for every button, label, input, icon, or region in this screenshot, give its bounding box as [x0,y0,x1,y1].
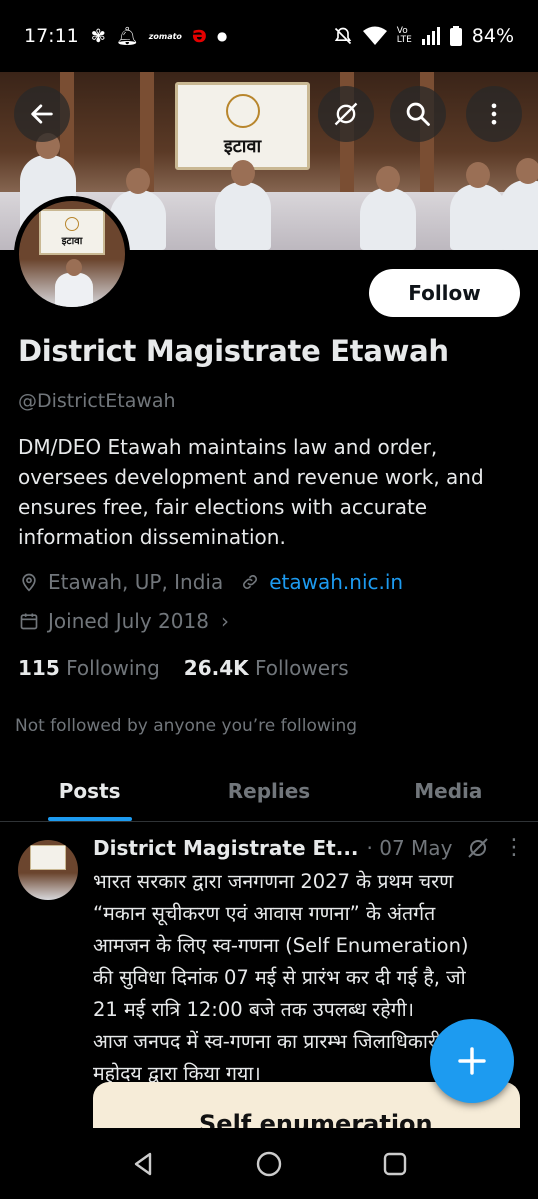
follow-counts: 115 Following 26.4K Followers [18,656,349,680]
status-bar: 17:11 ✾ 🔔︎ zomato ə ● Vo LTE 84% [0,0,538,72]
battery-percent: 84% [471,25,514,47]
profile-handle: @DistrictEtawah [18,390,176,412]
avatar-emblem-icon [65,217,79,231]
banner-board-text: इटावा [223,136,262,157]
more-vertical-icon [491,103,497,125]
followers-link[interactable]: 26.4K Followers [184,656,349,680]
app-notification-icon: ✾ [90,25,106,47]
chevron-right-icon: › [220,609,229,633]
up-emblem-icon [225,94,260,128]
not-followed-notice: Not followed by anyone you’re following [15,716,358,736]
avatar-board: इटावा [39,209,105,255]
more-notifications-dot-icon: ● [216,29,228,43]
post-avatar-board [30,845,66,870]
profile-joined-date: Joined July 2018 [48,609,209,633]
plus-icon [458,1047,486,1075]
nav-recents-icon[interactable] [380,1149,410,1179]
banner-name-board: इटावा [175,82,310,170]
more-options-button[interactable] [466,86,522,142]
link-icon [239,571,261,593]
profile-joined-row[interactable]: Joined July 2018 › [18,609,229,633]
location-pin-icon [18,571,40,593]
post-author-avatar[interactable] [18,840,78,900]
following-count: 115 [18,656,60,680]
post-more-icon[interactable]: ⋮ [503,835,525,860]
following-label: Following [66,656,160,680]
system-nav-bar [0,1128,538,1199]
grok-icon [334,102,358,126]
profile-tabs: Posts Replies Media [0,760,538,822]
nav-back-icon[interactable] [128,1149,158,1179]
grok-button[interactable] [318,86,374,142]
search-icon [406,102,430,126]
tab-posts[interactable]: Posts [0,760,179,821]
follow-button[interactable]: Follow [369,269,520,317]
post-date: · 07 May [366,835,453,860]
post-grok-icon[interactable] [466,836,490,860]
avatar-board-text: इटावा [61,236,83,247]
status-time: 17:11 [24,25,79,47]
back-arrow-icon [31,104,53,124]
profile-location: Etawah, UP, India [48,570,224,594]
following-link[interactable]: 115 Following [18,656,160,680]
profile-meta-location-row: Etawah, UP, India etawah.nic.in [18,570,403,594]
search-button[interactable] [390,86,446,142]
tab-media[interactable]: Media [359,760,538,821]
calendar-icon [18,610,40,632]
wifi-icon [362,26,387,45]
profile-bio: DM/DEO Etawah maintains law and order, o… [18,435,484,549]
back-button[interactable] [14,86,70,142]
post-author-name[interactable]: District Magistrate Et... [93,836,359,860]
followers-label: Followers [254,656,349,680]
bell-notification-icon: 🔔︎ [115,25,139,47]
zomato-icon: zomato [148,31,182,41]
followers-count: 26.4K [183,656,249,680]
system-status-icons: Vo LTE 84% [333,25,514,47]
profile-website-link[interactable]: etawah.nic.in [269,570,403,594]
battery-icon [449,26,462,46]
mute-icon [334,27,352,45]
volte-icon: Vo LTE [396,26,412,45]
notification-icons: ✾ 🔔︎ zomato ə ● [91,25,228,47]
nav-home-icon[interactable] [254,1149,284,1179]
signal-icon [421,27,440,45]
profile-avatar[interactable]: इटावा [14,196,130,312]
airtel-icon: ə [191,23,207,48]
compose-post-button[interactable] [430,1019,514,1103]
display-name: District Magistrate Etawah [18,334,449,368]
tab-replies[interactable]: Replies [179,760,358,821]
post-header: District Magistrate Et... · 07 May ⋮ [93,835,525,860]
